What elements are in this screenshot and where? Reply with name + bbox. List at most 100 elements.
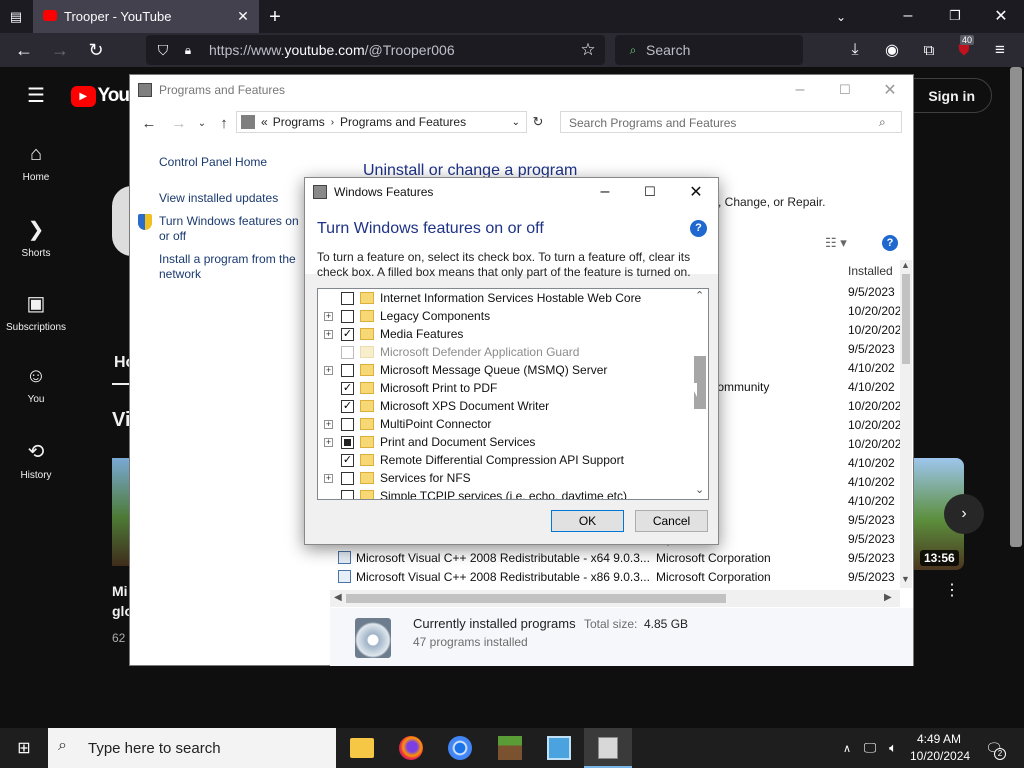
start-icon[interactable]: ⊞ bbox=[0, 728, 48, 768]
restore-icon[interactable]: ❐ bbox=[943, 4, 967, 28]
sidebar-item-you[interactable]: ☺ You bbox=[0, 365, 72, 405]
firefox-icon[interactable] bbox=[399, 736, 423, 760]
programs-hscroll[interactable]: ◀ ▶ bbox=[330, 590, 900, 607]
link-install-from-network[interactable]: Install a program from the network bbox=[159, 252, 307, 282]
tab-close-icon[interactable]: ✕ bbox=[233, 6, 253, 26]
dialog-maximize-icon[interactable]: ☐ bbox=[638, 181, 662, 203]
link-control-panel-home[interactable]: Control Panel Home bbox=[159, 155, 267, 169]
video-more-icon[interactable]: ⋮ bbox=[942, 580, 962, 600]
feature-checkbox[interactable]: ✓ bbox=[341, 381, 354, 395]
expand-icon[interactable]: + bbox=[324, 329, 333, 339]
feature-row[interactable]: ✓ Remote Differential Compression API Sup… bbox=[318, 451, 690, 469]
feature-checkbox[interactable]: ✓ bbox=[341, 327, 354, 341]
sidebar-item-home[interactable]: ⌂ Home bbox=[0, 143, 72, 183]
feature-row[interactable]: ✓ Microsoft XPS Document Writer bbox=[318, 397, 690, 415]
programs-close-icon[interactable]: ✕ bbox=[878, 79, 902, 101]
scroll-up-icon[interactable]: ▲ bbox=[901, 260, 910, 270]
programs-maximize-icon[interactable]: ☐ bbox=[833, 79, 857, 101]
feature-checkbox[interactable] bbox=[341, 309, 354, 323]
forward-icon[interactable]: → bbox=[48, 38, 72, 62]
pf-recent-chevron-icon[interactable]: ⌄ bbox=[196, 113, 208, 133]
dialog-close-icon[interactable]: ✕ bbox=[684, 181, 708, 203]
features-scroll-up-icon[interactable]: ⌃ bbox=[695, 289, 704, 302]
address-bar[interactable]: ⛉ 🔒︎ https://www.youtube.com/@Trooper006… bbox=[146, 35, 605, 65]
programs-vscroll[interactable]: ▲ ▼ bbox=[900, 260, 912, 588]
breadcrumb-programs[interactable]: Programs bbox=[273, 115, 325, 129]
feature-row[interactable]: + Legacy Components bbox=[318, 307, 690, 325]
extensions-icon[interactable]: ⧉ bbox=[917, 38, 941, 62]
tray-date[interactable]: 10/20/2024 bbox=[910, 749, 970, 763]
sidebar-item-subscriptions[interactable]: ▣ Subscriptions bbox=[0, 291, 72, 333]
menu-hamburger-icon[interactable]: ≡ bbox=[988, 38, 1012, 62]
feature-row[interactable]: + ✓ Media Features bbox=[318, 325, 690, 343]
help-icon[interactable]: ? bbox=[882, 235, 898, 251]
view-options-icon[interactable]: ☷ ▾ bbox=[825, 235, 847, 251]
cancel-button[interactable]: Cancel bbox=[635, 510, 708, 532]
dialog-minimize-icon[interactable]: – bbox=[593, 181, 617, 203]
feature-checkbox[interactable] bbox=[341, 291, 354, 305]
window-close-icon[interactable]: ✕ bbox=[989, 4, 1013, 28]
programs-taskbar-icon[interactable] bbox=[584, 728, 632, 768]
feature-row[interactable]: Simple TCPIP services (i.e. echo, daytim… bbox=[318, 487, 690, 499]
pf-search-input[interactable]: Search Programs and Features ⌕ bbox=[560, 111, 902, 133]
tray-time[interactable]: 4:49 AM bbox=[917, 732, 961, 746]
downloads-icon[interactable]: ⤓ bbox=[843, 38, 867, 62]
features-tree[interactable]: Internet Information Services Hostable W… bbox=[317, 288, 709, 500]
programs-hscroll-thumb[interactable] bbox=[346, 594, 726, 603]
feature-row[interactable]: + Print and Document Services bbox=[318, 433, 690, 451]
tab-overflow-chevron-icon[interactable]: ⌄ bbox=[830, 6, 852, 28]
control-panel-taskbar-icon[interactable] bbox=[547, 736, 571, 760]
new-tab-icon[interactable]: + bbox=[263, 5, 287, 29]
feature-row[interactable]: Microsoft Defender Application Guard bbox=[318, 343, 690, 361]
scroll-right-icon[interactable]: ▶ bbox=[884, 592, 892, 603]
chrome-icon[interactable] bbox=[448, 736, 472, 760]
feature-row[interactable]: ✓ Microsoft Print to PDF bbox=[318, 379, 690, 397]
pf-back-icon[interactable]: ← bbox=[140, 113, 158, 133]
back-icon[interactable]: ← bbox=[12, 38, 36, 62]
reload-icon[interactable]: ↻ bbox=[84, 38, 108, 62]
feature-checkbox[interactable] bbox=[341, 417, 354, 431]
tab-list-icon[interactable]: ▤ bbox=[4, 6, 28, 28]
ok-button[interactable]: OK bbox=[551, 510, 624, 532]
page-scrollbar[interactable] bbox=[1008, 67, 1024, 728]
browser-tab-youtube[interactable]: Trooper - YouTube ✕ bbox=[33, 0, 259, 33]
table-row[interactable]: Microsoft Visual C++ 2008 Redistributabl… bbox=[330, 548, 900, 567]
dialog-help-icon[interactable]: ? bbox=[690, 220, 707, 237]
network-icon[interactable]: 🖵︎ bbox=[861, 738, 879, 758]
scroll-left-icon[interactable]: ◀ bbox=[334, 592, 342, 603]
youtube-menu-icon[interactable]: ☰ bbox=[24, 84, 48, 107]
pf-breadcrumb[interactable]: « Programs › Programs and Features ⌄ bbox=[236, 111, 527, 133]
breadcrumb-programs-features[interactable]: Programs and Features bbox=[340, 115, 466, 129]
breadcrumb-dropdown-icon[interactable]: ⌄ bbox=[512, 117, 520, 128]
pf-up-icon[interactable]: ↑ bbox=[215, 113, 233, 133]
youtube-logo[interactable]: ▶ You bbox=[71, 84, 130, 108]
feature-row[interactable]: + Microsoft Message Queue (MSMQ) Server bbox=[318, 361, 690, 379]
account-icon[interactable]: ◉ bbox=[880, 38, 904, 62]
feature-checkbox[interactable]: ✓ bbox=[341, 399, 354, 413]
programs-minimize-icon[interactable]: – bbox=[788, 79, 812, 101]
feature-checkbox[interactable] bbox=[341, 489, 354, 499]
expand-icon[interactable]: + bbox=[324, 473, 333, 483]
expand-icon[interactable]: + bbox=[324, 437, 333, 447]
link-turn-windows-features[interactable]: Turn Windows features on or off bbox=[159, 214, 307, 244]
volume-muted-icon[interactable]: 🔈︎ bbox=[884, 738, 902, 758]
pf-refresh-icon[interactable]: ↻ bbox=[529, 112, 547, 132]
feature-checkbox[interactable] bbox=[341, 435, 354, 449]
expand-icon[interactable]: + bbox=[324, 419, 333, 429]
programs-vscroll-thumb[interactable] bbox=[902, 274, 910, 364]
tray-chevron-icon[interactable]: ∧ bbox=[838, 738, 856, 758]
column-installed-on[interactable]: Installed bbox=[848, 264, 893, 278]
bookmark-star-icon[interactable]: ☆ bbox=[577, 39, 599, 61]
expand-icon[interactable]: + bbox=[324, 365, 333, 375]
pf-forward-icon[interactable]: → bbox=[170, 113, 188, 133]
video-title-line1[interactable]: Mi bbox=[112, 583, 128, 599]
link-view-installed-updates[interactable]: View installed updates bbox=[159, 191, 278, 205]
minecraft-icon[interactable] bbox=[498, 736, 522, 760]
feature-row[interactable]: + MultiPoint Connector bbox=[318, 415, 690, 433]
minimize-icon[interactable]: – bbox=[896, 4, 920, 28]
sidebar-item-history[interactable]: ⟲ History bbox=[0, 439, 72, 481]
sidebar-item-shorts[interactable]: ❯ Shorts bbox=[0, 217, 72, 259]
search-box[interactable]: ⌕ Search bbox=[615, 35, 803, 65]
feature-checkbox[interactable] bbox=[341, 471, 354, 485]
feature-row[interactable]: + Services for NFS bbox=[318, 469, 690, 487]
